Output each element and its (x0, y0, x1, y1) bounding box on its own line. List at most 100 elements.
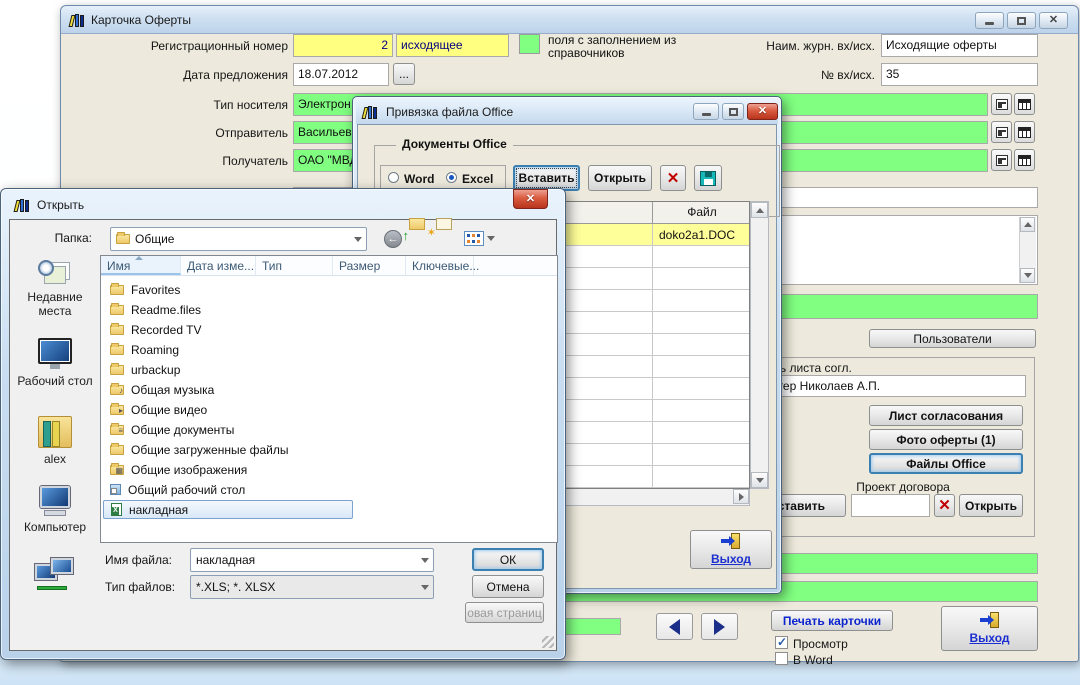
folder-music-icon: ♪ (110, 385, 124, 395)
file-row[interactable]: ▦Общие изображения (103, 460, 247, 479)
receiver-label: Получатель (103, 154, 288, 168)
scroll-up-icon[interactable] (751, 202, 768, 218)
users-button[interactable]: Пользователи (869, 329, 1036, 348)
word-checkbox[interactable] (775, 652, 788, 665)
folder-combobox[interactable]: Общие (110, 227, 367, 251)
open-file-button[interactable]: Открыть (588, 165, 652, 191)
office-files-button[interactable]: Файлы Office (869, 453, 1023, 474)
folder-icon (110, 365, 124, 375)
journal-label: Наим. журн. вх/исх. (753, 39, 875, 53)
date-field[interactable]: 18.07.2012 (293, 63, 389, 86)
prev-arrow-icon (669, 619, 680, 635)
views-icon (464, 231, 484, 246)
table-vscrollbar[interactable] (750, 201, 769, 489)
close-button[interactable]: ✕ (513, 189, 548, 209)
main-exit-button[interactable]: Выход (941, 606, 1038, 651)
ok-button[interactable]: ОК (472, 548, 544, 571)
receiver-table-button[interactable] (1014, 149, 1035, 171)
file-row[interactable]: Общий рабочий стол (103, 480, 245, 499)
file-row[interactable]: Roaming (103, 340, 179, 359)
number-field[interactable]: 35 (881, 63, 1038, 86)
file-row[interactable]: urbackup (103, 360, 180, 379)
shortcut-icon (110, 484, 121, 495)
date-label: Дата предложения (103, 68, 288, 82)
excel-file-icon (111, 503, 122, 516)
save-file-button[interactable] (694, 165, 722, 191)
sender-label: Отправитель (103, 126, 288, 140)
views-button[interactable] (464, 231, 495, 246)
offer-photo-button[interactable]: Фото оферты (1) (869, 429, 1023, 450)
scroll-right-icon[interactable] (733, 489, 749, 504)
reg-number-field[interactable]: 2 (293, 34, 393, 57)
cancel-button[interactable]: Отмена (472, 575, 544, 598)
approval-sheet-button[interactable]: Лист согласования (869, 405, 1023, 426)
recent-places-icon (38, 258, 72, 290)
excel-radio[interactable] (446, 172, 457, 183)
office-exit-button[interactable]: Выход (690, 530, 772, 569)
delete-file-button[interactable]: ✕ (660, 165, 686, 191)
receiver-lookup-button[interactable] (991, 149, 1012, 171)
date-browse-button[interactable]: ... (393, 63, 415, 85)
maximize-button[interactable] (722, 103, 744, 120)
file-list: Имя Дата изме... Тип Размер Ключевые... … (100, 255, 558, 543)
filename-combobox[interactable]: накладная (190, 548, 434, 572)
back-button[interactable]: ← (384, 230, 402, 248)
main-titlebar[interactable]: Карточка Оферты ✕ (61, 6, 1078, 34)
sidebar-item-alex[interactable]: alex (12, 416, 98, 466)
next-arrow-icon (714, 619, 725, 635)
filename-value: накладная (196, 553, 255, 567)
contract-delete-button[interactable]: ✕ (934, 494, 955, 517)
column-header-size[interactable]: Размер (333, 256, 406, 275)
network-icon (35, 558, 75, 592)
combo-arrow-icon[interactable] (350, 228, 366, 250)
filetype-combobox[interactable]: *.XLS; *. XLSX (190, 575, 434, 599)
media-lookup-button[interactable] (991, 93, 1012, 115)
word-radio[interactable] (388, 172, 399, 183)
file-row[interactable]: Общие загруженные файлы (103, 440, 288, 459)
combo-arrow-icon[interactable] (417, 576, 433, 598)
close-button[interactable]: ✕ (1039, 12, 1068, 29)
file-row[interactable]: Recorded TV (103, 320, 201, 339)
media-table-button[interactable] (1014, 93, 1035, 115)
delete-x-icon: ✕ (938, 498, 951, 513)
contract-open-button[interactable]: Открыть (959, 494, 1023, 517)
column-header-type[interactable]: Тип (256, 256, 333, 275)
sender-lookup-button[interactable] (991, 121, 1012, 143)
file-row[interactable]: ♪Общая музыка (103, 380, 214, 399)
maximize-button[interactable] (1007, 12, 1036, 29)
print-card-button[interactable]: Печать карточки (771, 610, 893, 631)
sender-table-button[interactable] (1014, 121, 1035, 143)
resize-grip[interactable] (542, 636, 554, 648)
file-row[interactable]: ≡Общие документы (103, 420, 234, 439)
app-books-icon (69, 12, 85, 28)
preview-checkbox[interactable] (775, 636, 788, 649)
file-row[interactable]: Readme.files (103, 300, 201, 319)
sidebar-item-computer[interactable]: Компьютер (12, 486, 98, 534)
file-column-header[interactable]: Файл (655, 205, 749, 219)
journal-field[interactable]: Исходящие оферты (881, 34, 1038, 57)
column-header-name[interactable]: Имя (101, 256, 181, 275)
description-scrollbar[interactable] (1019, 217, 1036, 283)
file-row[interactable]: Favorites (103, 280, 180, 299)
close-button[interactable]: ✕ (747, 103, 778, 120)
scroll-up-icon[interactable] (1020, 217, 1035, 232)
contract-field[interactable] (851, 494, 930, 517)
sidebar-item-recent[interactable]: Недавниеместа (12, 258, 98, 318)
prev-record-button[interactable] (656, 613, 693, 640)
minimize-button[interactable] (975, 12, 1004, 29)
office-titlebar[interactable]: Привязка файла Office ✕ (356, 100, 778, 124)
file-row[interactable]: ▸Общие видео (103, 400, 207, 419)
next-record-button[interactable] (701, 613, 738, 640)
column-header-date[interactable]: Дата изме... (181, 256, 256, 275)
reg-kind-field[interactable]: исходящее (396, 34, 509, 57)
sidebar-item-desktop[interactable]: Рабочий стол (12, 338, 98, 388)
file-row-selected[interactable]: накладная (103, 500, 353, 519)
open-dialog-title: Открыть (37, 198, 84, 212)
combo-arrow-icon[interactable] (417, 549, 433, 571)
sidebar-item-network[interactable] (12, 558, 98, 592)
column-header-keywords[interactable]: Ключевые... (406, 256, 474, 275)
minimize-button[interactable] (693, 103, 719, 120)
scroll-down-icon[interactable] (751, 472, 768, 488)
scroll-down-icon[interactable] (1020, 268, 1035, 283)
delete-x-icon: ✕ (667, 171, 680, 186)
